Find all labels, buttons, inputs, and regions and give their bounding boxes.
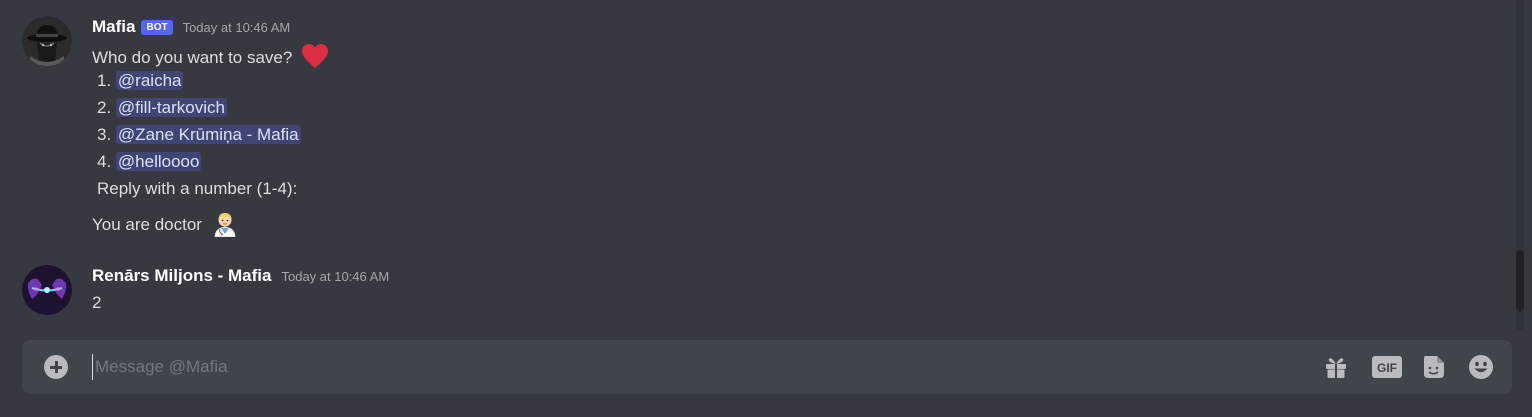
timestamp[interactable]: Today at 10:46 AM bbox=[281, 269, 389, 284]
message-input[interactable] bbox=[92, 354, 1295, 380]
message-content: 2 bbox=[92, 293, 102, 312]
option-row-4: 4. @helloooo bbox=[97, 151, 202, 173]
abstract-purple-icon bbox=[22, 265, 72, 315]
option-number: 1. bbox=[97, 71, 112, 90]
mafia-hat-icon bbox=[22, 16, 72, 66]
message-prompt: Who do you want to save? bbox=[92, 43, 329, 69]
chat-view: Mafia BOT Today at 10:46 AM Who do you w… bbox=[0, 0, 1532, 417]
option-row-3: 3. @Zane Krūmiņa - Mafia bbox=[97, 124, 301, 146]
timestamp[interactable]: Today at 10:46 AM bbox=[183, 20, 291, 35]
option-row-2: 2. @fill-tarkovich bbox=[97, 97, 227, 119]
role-text: You are doctor bbox=[92, 215, 202, 234]
user-mention[interactable]: @raicha bbox=[115, 71, 184, 90]
doctor-emoji-icon bbox=[214, 213, 236, 237]
prompt-text: Who do you want to save? bbox=[92, 48, 293, 67]
emoji-button[interactable] bbox=[1467, 353, 1495, 381]
reply-instruction: Reply with a number (1-4): bbox=[97, 179, 298, 198]
message-composer: GIF bbox=[22, 340, 1512, 394]
message-header: Mafia BOT Today at 10:46 AM bbox=[92, 17, 290, 37]
gift-button[interactable] bbox=[1322, 353, 1350, 381]
role-message: You are doctor bbox=[92, 211, 237, 237]
message-header: Renārs Miljons - Mafia Today at 10:46 AM bbox=[92, 266, 389, 286]
gift-icon bbox=[1326, 358, 1346, 378]
sticker-icon bbox=[1424, 356, 1444, 378]
option-number: 4. bbox=[97, 152, 112, 171]
username[interactable]: Renārs Miljons - Mafia bbox=[92, 266, 271, 286]
option-number: 3. bbox=[97, 125, 112, 144]
emoji-icon bbox=[1469, 355, 1493, 379]
user-mention[interactable]: @Zane Krūmiņa - Mafia bbox=[115, 125, 301, 144]
gif-button[interactable]: GIF bbox=[1371, 353, 1403, 381]
option-row-1: 1. @raicha bbox=[97, 70, 184, 92]
username[interactable]: Mafia bbox=[92, 17, 135, 37]
svg-text:GIF: GIF bbox=[1377, 361, 1397, 375]
user-mention[interactable]: @fill-tarkovich bbox=[115, 98, 227, 117]
mafia-avatar[interactable] bbox=[22, 16, 72, 66]
user-avatar[interactable] bbox=[22, 265, 72, 315]
scrollbar-thumb[interactable] bbox=[1516, 250, 1524, 312]
user-mention[interactable]: @helloooo bbox=[115, 152, 202, 171]
gif-icon: GIF bbox=[1372, 356, 1402, 378]
add-attachment-button[interactable] bbox=[44, 355, 68, 379]
sticker-button[interactable] bbox=[1420, 353, 1448, 381]
option-number: 2. bbox=[97, 98, 112, 117]
heart-icon bbox=[302, 44, 329, 68]
bot-badge: BOT bbox=[141, 20, 173, 35]
